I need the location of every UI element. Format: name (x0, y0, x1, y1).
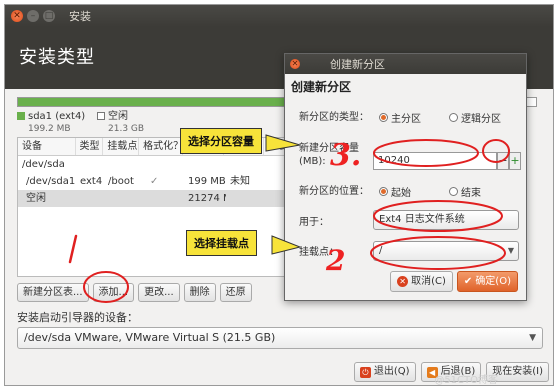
legend-sda1-size: 199.2 MB (28, 124, 71, 134)
mount-point-select[interactable]: / ▼ (373, 241, 519, 261)
col-mount[interactable]: 挂载点 (103, 138, 140, 155)
revert-button[interactable]: 还原 (219, 283, 252, 302)
cell-used: 未知 (230, 176, 250, 187)
col-type[interactable]: 类型 (76, 138, 104, 155)
radio-end-dot[interactable] (449, 187, 458, 196)
radio-end-label: 结束 (461, 188, 481, 199)
boot-loader-value: /dev/sda VMware, VMware Virtual S (21.5 … (24, 331, 276, 344)
window-titlebar: ✕ – □ 安装 (5, 5, 553, 27)
cell-type: ext4 (80, 176, 103, 187)
watermark: @51CTO博客 (434, 375, 498, 386)
cell-size: 21274 MB (188, 193, 226, 204)
dialog-heading: 创建新分区 (291, 80, 352, 94)
radio-logical-dot[interactable] (449, 113, 458, 122)
dialog-titlebar: ✕ 创建新分区 (285, 54, 526, 74)
format-checkbox[interactable]: ✓ (140, 173, 184, 190)
dialog-title: 创建新分区 (330, 58, 385, 71)
radio-primary[interactable]: 主分区 (379, 110, 421, 125)
use-as-label: 用于： (299, 217, 329, 228)
quit-button[interactable]: ⏻ 退出(Q) (353, 362, 416, 382)
ok-button[interactable]: ✔ 确定(O) (456, 271, 518, 292)
minimize-icon[interactable]: – (27, 10, 39, 22)
legend-sda1: sda1 (ext4) 199.2 MB (17, 111, 85, 135)
chevron-down-icon: ▼ (529, 333, 536, 343)
use-as-value: Ext4 日志文件系统 (379, 214, 465, 225)
radio-beginning-dot[interactable] (379, 187, 388, 196)
cell-format (140, 190, 184, 207)
decrement-button[interactable]: − (497, 152, 509, 170)
callout-select-mount: 选择挂载点 (186, 230, 257, 256)
cancel-label: 取消(C) (411, 276, 446, 287)
partition-table[interactable]: 设备 类型 挂载点 格式化？ 大小 已用 已装 /dev/sda /dev/sd… (17, 137, 289, 277)
callout-select-size: 选择分区容量 (180, 128, 262, 154)
partition-type-label: 新分区的类型： (299, 112, 369, 123)
legend-free-size: 21.3 GB (108, 124, 145, 134)
change-partition-button[interactable]: 更改... (138, 283, 180, 302)
new-partition-table-button[interactable]: 新建分区表... (17, 283, 89, 302)
page-title: 安装类型 (19, 47, 95, 68)
table-row[interactable]: /dev/sda1 ext4 /boot ✓ 199 MB 未知 (18, 173, 288, 190)
close-icon[interactable]: ✕ (11, 10, 23, 22)
table-button-row: 新建分区表... 添加... 更改... 删除 还原 (17, 283, 252, 302)
handwritten-2: 2 (326, 244, 346, 277)
ok-label: 确定(O) (475, 276, 511, 287)
cell-device: /dev/sda (22, 159, 65, 170)
legend-free-name: 空闲 (108, 111, 128, 122)
cell-device: 空闲 (26, 193, 46, 204)
radio-logical-label: 逻辑分区 (461, 114, 501, 125)
add-partition-button[interactable]: 添加... (92, 283, 135, 302)
table-row-selected[interactable]: 空闲 21274 MB (18, 190, 288, 207)
maximize-icon[interactable]: □ (43, 10, 55, 22)
partition-position-label: 新分区的位置： (299, 186, 369, 197)
cell-mount: /boot (108, 176, 134, 187)
radio-primary-label: 主分区 (391, 114, 421, 125)
legend-swatch-free (97, 112, 105, 120)
legend-swatch-ext4 (17, 112, 25, 120)
dialog-close-icon[interactable]: ✕ (290, 59, 300, 69)
cell-mount (104, 190, 140, 207)
cancel-button[interactable]: ✕ 取消(C) (390, 271, 453, 292)
use-as-select[interactable]: Ext4 日志文件系统 (373, 210, 519, 230)
radio-beginning[interactable]: 起始 (379, 184, 411, 199)
delete-partition-button[interactable]: 删除 (183, 283, 216, 302)
dialog-button-row: ✕ 取消(C) ✔ 确定(O) (390, 271, 518, 292)
power-icon: ⏻ (359, 366, 371, 378)
partition-size-input[interactable]: 10240 (373, 152, 497, 170)
radio-primary-dot[interactable] (379, 113, 388, 122)
col-device[interactable]: 设备 (18, 138, 76, 155)
boot-loader-select[interactable]: /dev/sda VMware, VMware Virtual S (21.5 … (17, 327, 543, 349)
cancel-icon: ✕ (397, 276, 409, 287)
cell-device: /dev/sda1 (26, 176, 76, 187)
handwritten-3: 3. (330, 138, 362, 173)
radio-logical[interactable]: 逻辑分区 (449, 110, 501, 125)
legend-free: 空闲 21.3 GB (97, 111, 144, 135)
mount-point-value: / (379, 245, 383, 256)
table-row[interactable]: /dev/sda (18, 156, 288, 173)
legend-sda1-name: sda1 (ext4) (28, 111, 86, 122)
col-format[interactable]: 格式化？ (139, 138, 183, 155)
boot-loader-label: 安装启动引导器的设备： (17, 311, 138, 324)
radio-beginning-label: 起始 (391, 188, 411, 199)
check-icon: ✔ (463, 276, 473, 287)
cell-type (76, 190, 104, 207)
cell-size: 199 MB (188, 176, 226, 187)
radio-end[interactable]: 结束 (449, 184, 481, 199)
increment-button[interactable]: + (509, 152, 521, 170)
window-title: 安装 (69, 10, 91, 23)
chevron-down-icon[interactable]: ▼ (508, 242, 514, 260)
create-partition-dialog: ✕ 创建新分区 创建新分区 新分区的类型： 主分区 逻辑分区 新建分区容量 (M… (284, 53, 527, 301)
quit-label: 退出(Q) (373, 366, 410, 377)
install-label: 现在安装(I) (492, 366, 543, 377)
